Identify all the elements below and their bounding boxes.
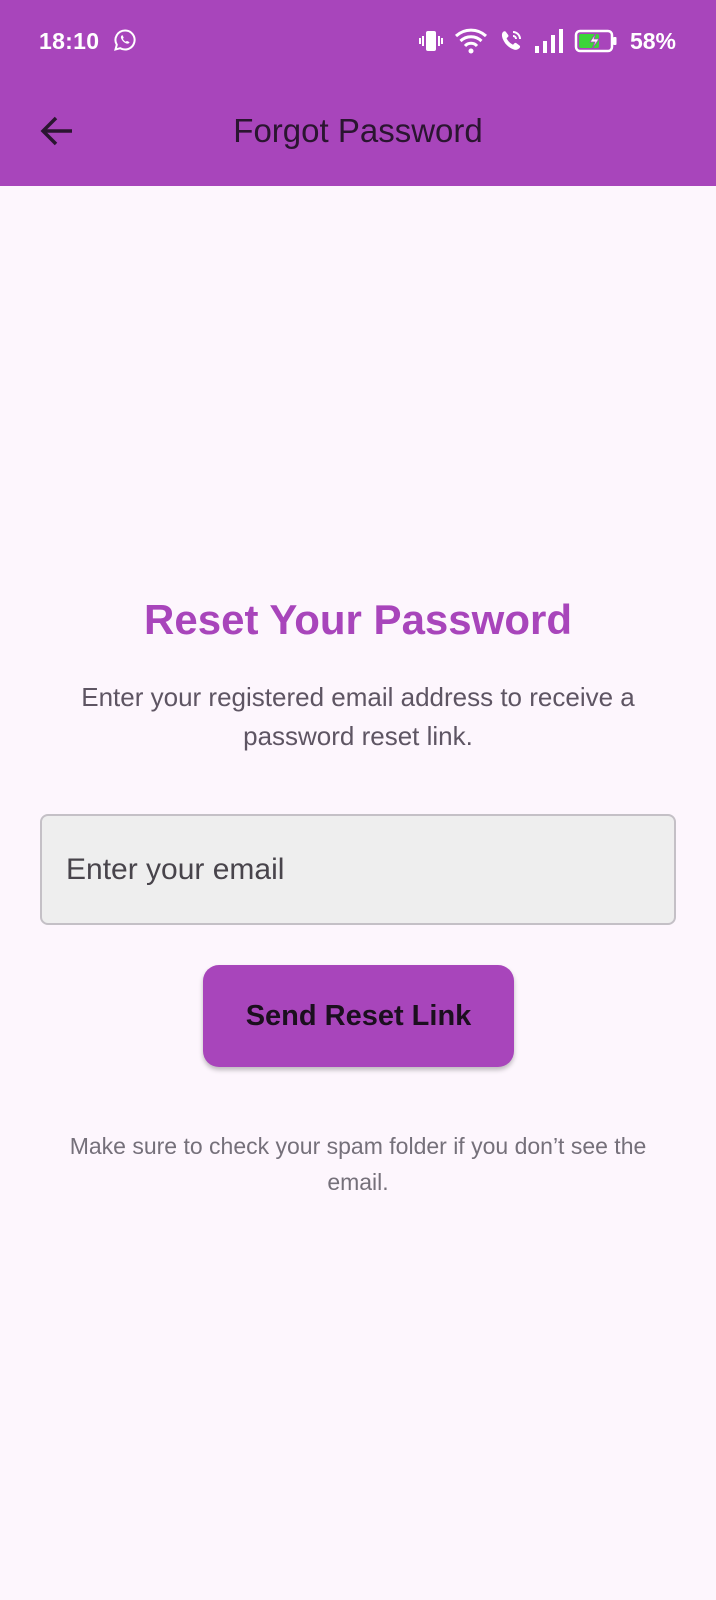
forgot-password-screen: 18:10 58% Forgot Password Reset Your Pas… — [0, 0, 716, 1600]
battery-charging-icon — [574, 28, 618, 54]
battery-percent: 58% — [629, 27, 676, 54]
spam-folder-note: Make sure to check your spam folder if y… — [69, 1133, 647, 1195]
send-reset-link-button[interactable]: Send Reset Link — [203, 965, 514, 1067]
app-bar: Forgot Password — [0, 84, 716, 186]
signal-icon — [534, 28, 564, 54]
page-title: Forgot Password — [233, 112, 483, 149]
reset-heading: Reset Your Password — [144, 596, 572, 643]
status-icons: 58% — [418, 26, 676, 56]
status-time: 18:10 — [39, 28, 100, 54]
wifi-icon — [454, 27, 488, 55]
vibrate-icon — [418, 28, 444, 54]
email-input[interactable] — [40, 814, 676, 925]
instruction-text: Enter your registered email address to r… — [81, 682, 635, 751]
wifi-calling-icon — [498, 28, 524, 54]
status-bar: 18:10 58% — [0, 0, 716, 84]
whatsapp-icon — [113, 28, 137, 52]
